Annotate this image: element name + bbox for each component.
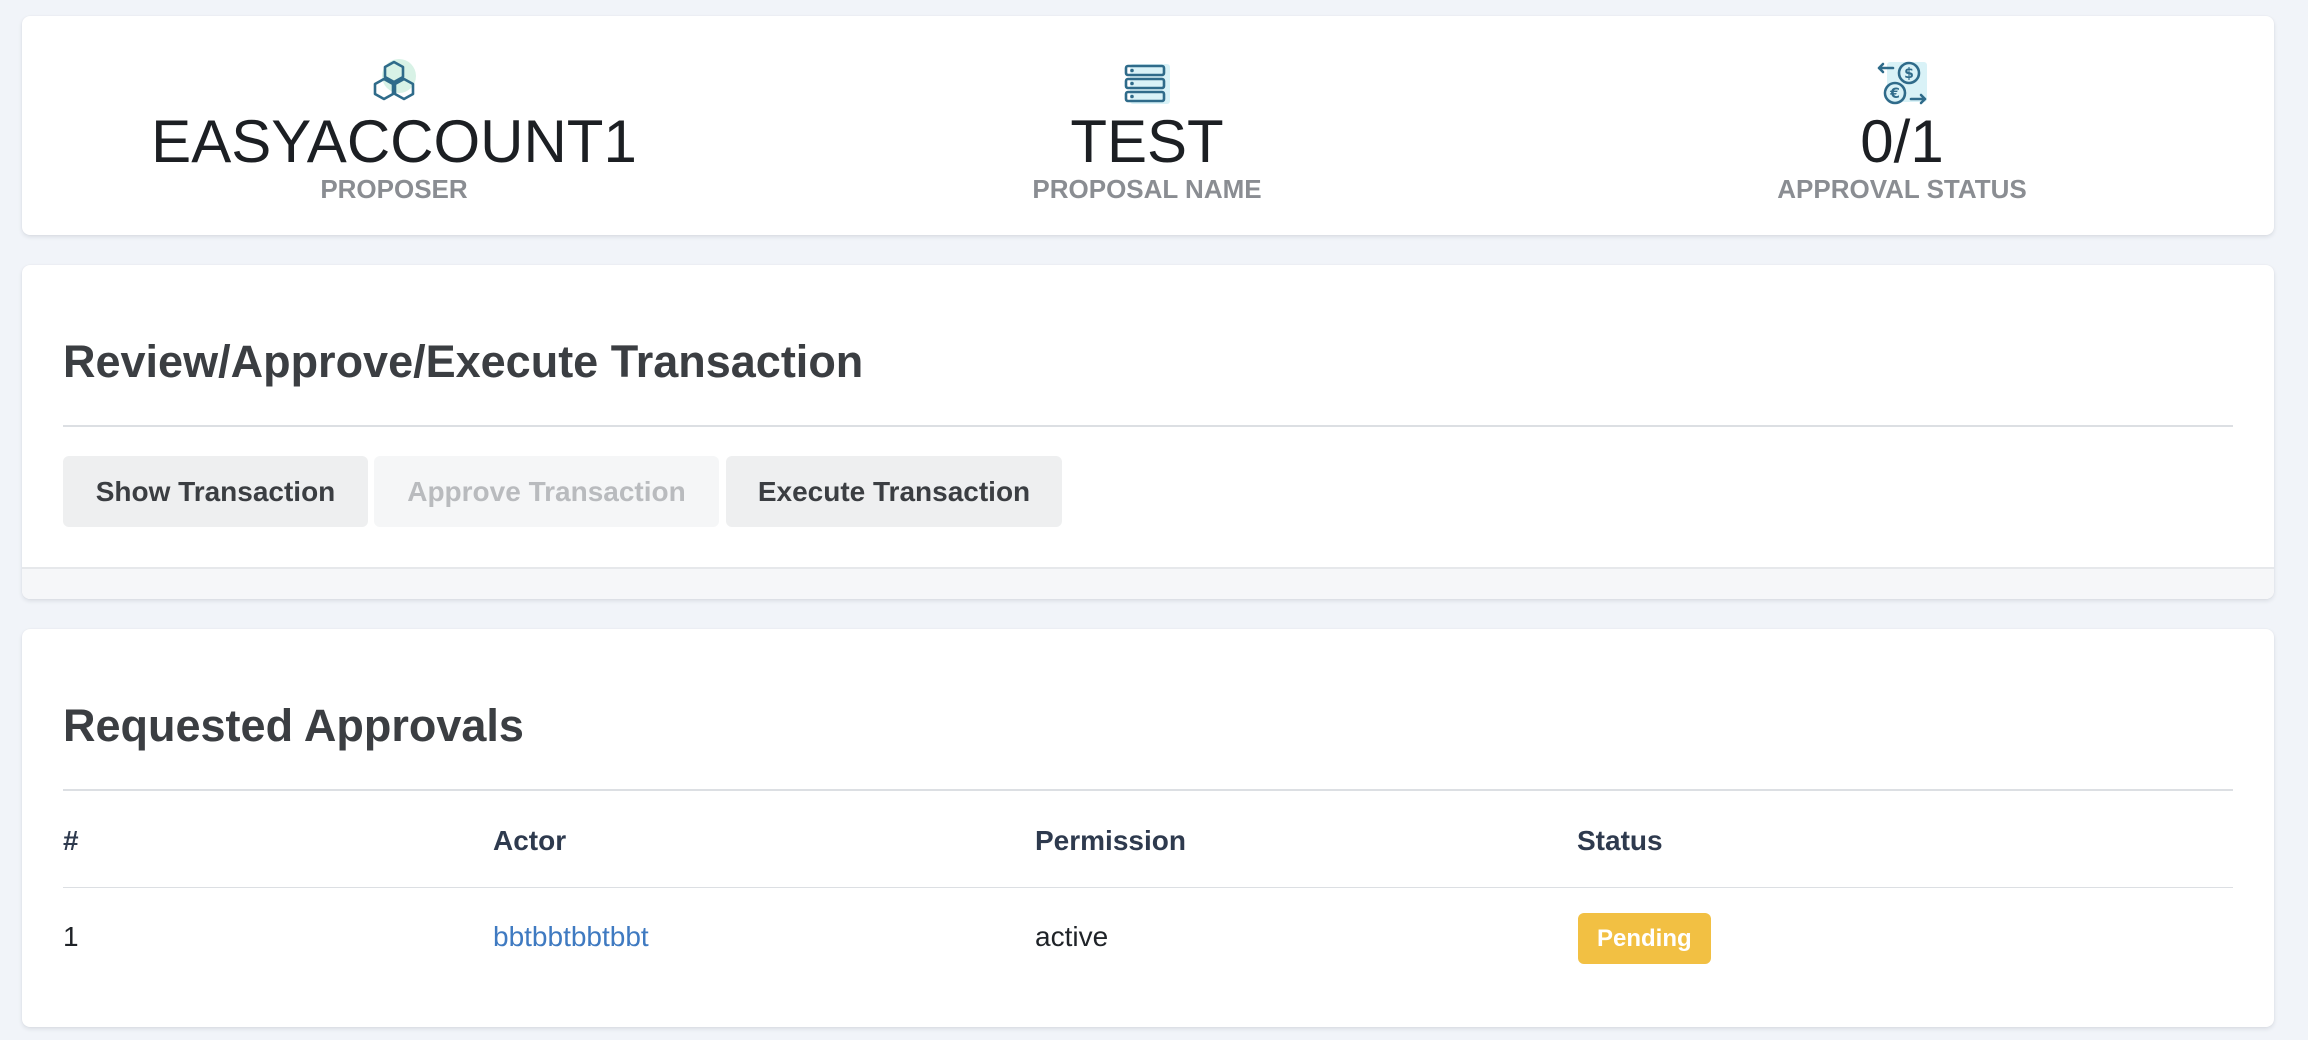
show-transaction-button[interactable]: Show Transaction — [63, 456, 368, 527]
svg-text:€: € — [1889, 86, 1900, 102]
approve-transaction-button[interactable]: Approve Transaction — [374, 456, 719, 527]
status-badge: Pending — [1578, 913, 1711, 964]
proposer-value: EASYACCOUNT1 — [151, 108, 637, 175]
currency-exchange-icon: $ € — [1877, 61, 1927, 105]
column-header-actor: Actor — [493, 825, 567, 856]
blocks-icon — [373, 59, 416, 101]
review-section-title: Review/Approve/Execute Transaction — [63, 336, 864, 387]
column-header-status: Status — [1577, 825, 1663, 856]
review-divider — [63, 425, 2233, 427]
permission-value: active — [1035, 921, 1109, 952]
column-header-number: # — [63, 825, 79, 856]
approvals-section-title: Requested Approvals — [63, 700, 524, 751]
proposal-name-value: TEST — [1070, 108, 1224, 175]
review-transaction-card: Review/Approve/Execute Transaction Show … — [22, 265, 2274, 599]
actor-link[interactable]: bbtbbtbbtbbt — [493, 921, 649, 953]
approval-status-label: APPROVAL STATUS — [1777, 174, 2027, 204]
proposal-name-label: PROPOSAL NAME — [1032, 174, 1262, 204]
execute-transaction-button[interactable]: Execute Transaction — [726, 456, 1062, 527]
review-card-footer — [22, 567, 2274, 599]
server-icon — [1124, 64, 1170, 104]
table-header-divider — [63, 887, 2233, 888]
approval-status-value: 0/1 — [1860, 108, 1944, 175]
proposal-summary-card: EASYACCOUNT1 PROPOSER TEST PROPOSAL NAME — [22, 16, 2274, 235]
proposer-label: PROPOSER — [320, 174, 468, 204]
column-header-permission: Permission — [1035, 825, 1186, 856]
approvals-divider — [63, 789, 2233, 791]
requested-approvals-card: Requested Approvals # Actor Permission S… — [22, 629, 2274, 1027]
svg-text:$: $ — [1904, 66, 1914, 82]
row-number: 1 — [63, 921, 79, 952]
